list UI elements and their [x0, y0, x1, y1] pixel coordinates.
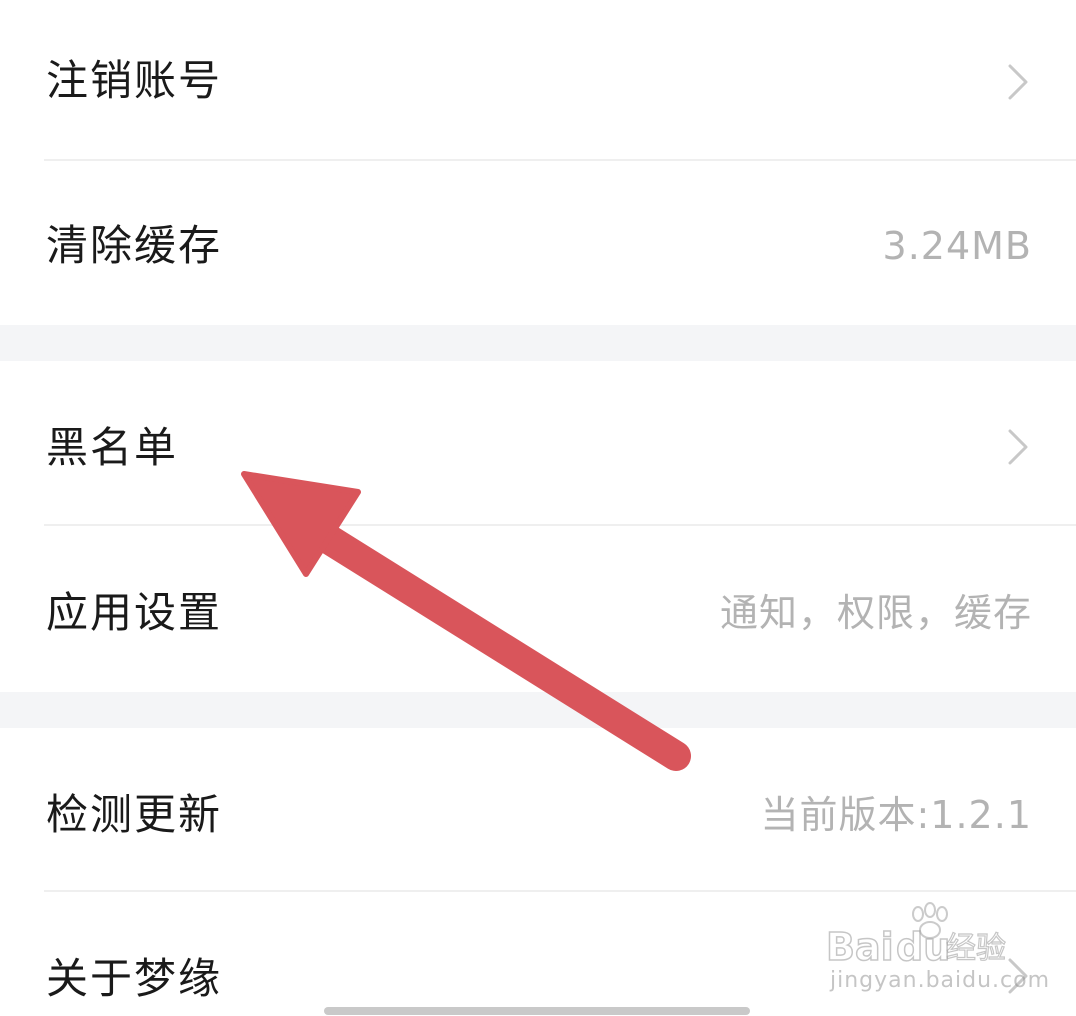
section-gap	[0, 692, 1076, 728]
watermark-url: jingyan.baidu.com	[830, 968, 1051, 993]
section-gap	[0, 325, 1076, 361]
settings-row-deactivate-account[interactable]: 注销账号	[0, 0, 1076, 160]
row-label: 注销账号	[46, 56, 223, 105]
row-label: 关于梦缘	[46, 954, 223, 1003]
svg-text:Bai: Bai	[826, 925, 894, 969]
row-label: 清除缓存	[46, 221, 223, 270]
cache-size-value: 3.24MB	[882, 224, 1032, 268]
svg-text:经验: 经验	[946, 931, 1006, 966]
app-settings-summary-value: 通知，权限，缓存	[719, 591, 1032, 635]
svg-text:du: du	[896, 925, 950, 969]
row-label: 黑名单	[46, 423, 179, 472]
chevron-right-icon	[1008, 429, 1028, 465]
current-version-value: 当前版本:1.2.1	[760, 793, 1032, 837]
chevron-right-icon	[1008, 64, 1028, 100]
row-label: 检测更新	[46, 790, 223, 839]
settings-row-app-settings[interactable]: 应用设置 通知，权限，缓存	[0, 526, 1076, 692]
settings-row-clear-cache[interactable]: 清除缓存 3.24MB	[0, 161, 1076, 325]
home-indicator[interactable]	[324, 1007, 750, 1015]
row-label: 应用设置	[46, 588, 223, 637]
settings-row-blacklist[interactable]: 黑名单	[0, 361, 1076, 525]
settings-row-check-update[interactable]: 检测更新 当前版本:1.2.1	[0, 728, 1076, 891]
